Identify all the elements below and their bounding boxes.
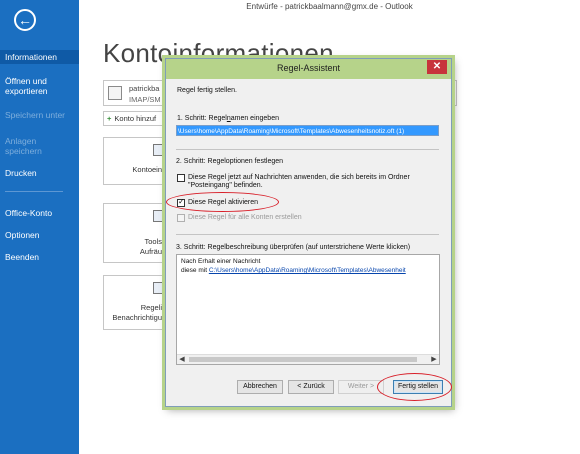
- scroll-right-icon[interactable]: ▶: [429, 355, 439, 364]
- window-title: Entwürfe - patrickbaalmann@gmx.de - Outl…: [246, 2, 413, 11]
- all-accounts-checkbox[interactable]: [177, 214, 185, 222]
- cancel-button[interactable]: Abbrechen: [237, 380, 283, 394]
- separator-2: [176, 234, 439, 235]
- account-settings-label: Kontoein: [132, 165, 162, 174]
- horizontal-scrollbar[interactable]: ◀ ▶: [177, 354, 439, 364]
- run-now-checkbox[interactable]: [177, 174, 185, 182]
- nav-anlagen-speichern[interactable]: Anlagen speichern: [0, 136, 55, 156]
- nav-informationen[interactable]: Informationen: [0, 50, 79, 64]
- scrollbar-thumb[interactable]: [189, 357, 417, 362]
- run-now-label-line1: Diese Regel jetzt auf Nachrichten anwend…: [188, 174, 410, 181]
- nav-drucken[interactable]: Drucken: [0, 168, 79, 178]
- account-icon: [108, 86, 122, 100]
- cleanup-tools-icon: [153, 210, 164, 222]
- nav-optionen[interactable]: Optionen: [0, 230, 79, 240]
- dialog-titlebar[interactable]: Regel-Assistent ✕: [166, 59, 451, 79]
- description-line-2-prefix: diese mit: [181, 267, 208, 274]
- cleanup-tools-label-2: Aufräu: [139, 247, 162, 256]
- nav-speichern-unter[interactable]: Speichern unter: [0, 110, 79, 120]
- add-account-button[interactable]: + Konto hinzuf: [103, 111, 165, 126]
- scroll-left-icon[interactable]: ◀: [177, 355, 187, 364]
- account-selector[interactable]: patrickba IMAP/SM: [103, 80, 165, 106]
- step1-label-prefix: 1. Schritt: Regel: [177, 115, 227, 122]
- cleanup-tools-label-1: Tools: [144, 237, 162, 246]
- close-icon[interactable]: ✕: [427, 60, 447, 74]
- back-button[interactable]: < Zurück: [288, 380, 334, 394]
- nav-office-konto[interactable]: Office-Konto: [0, 208, 79, 218]
- nav-oeffnen-exportieren[interactable]: Öffnen und exportieren: [0, 76, 60, 96]
- account-settings-icon: [153, 144, 164, 156]
- activate-rule-checkbox[interactable]: [177, 197, 185, 207]
- rules-alerts-label-1: Regeli: [140, 303, 162, 312]
- all-accounts-label: Diese Regel für alle Konten erstellen: [188, 214, 302, 221]
- nav-beenden[interactable]: Beenden: [0, 252, 79, 262]
- rules-alerts-tile[interactable]: Regeli Benachrichtigu: [103, 275, 165, 330]
- account-settings-tile[interactable]: Kontoein: [103, 137, 165, 185]
- next-button[interactable]: Weiter >: [338, 380, 384, 394]
- description-line-1: Nach Erhalt einer Nachricht: [181, 258, 261, 265]
- step2-label: 2. Schritt: Regeloptionen festlegen: [176, 158, 284, 165]
- account-name: patrickba: [129, 84, 160, 93]
- add-account-label: Konto hinzuf: [114, 114, 157, 123]
- back-arrow-icon[interactable]: ←: [14, 9, 36, 31]
- activate-rule-label: Diese Regel aktivieren: [188, 199, 259, 206]
- step1-label: 1. Schritt: Regelnamen eingeben: [177, 115, 279, 122]
- run-now-label-line2: "Posteingang" befinden.: [188, 182, 263, 189]
- account-type: IMAP/SM: [129, 95, 161, 104]
- sidebar-divider: [5, 191, 63, 192]
- step1-label-suffix: amen eingeben: [230, 115, 279, 122]
- rules-alerts-label-2: Benachrichtigu: [112, 313, 162, 322]
- rule-name-input[interactable]: \Users\home\AppData\Roaming\Microsoft\Te…: [176, 125, 439, 136]
- template-path-link[interactable]: C:\Users\home\AppData\Roaming\Microsoft\…: [209, 267, 406, 274]
- description-line-2: diese mit C:\Users\home\AppData\Roaming\…: [181, 267, 406, 274]
- rules-alerts-icon: [153, 282, 164, 294]
- cleanup-tools-tile[interactable]: Tools Aufräu: [103, 203, 165, 263]
- finish-heading: Regel fertig stellen.: [177, 87, 237, 94]
- step3-label: 3. Schritt: Regelbeschreibung überprüfen…: [176, 244, 411, 251]
- dialog-title: Regel-Assistent: [276, 63, 341, 73]
- separator-1: [176, 149, 439, 150]
- plus-icon: +: [107, 114, 112, 123]
- finish-button[interactable]: Fertig stellen: [393, 380, 443, 394]
- backstage-sidebar: ← Informationen Öffnen und exportieren S…: [0, 0, 79, 454]
- rule-description-box[interactable]: Nach Erhalt einer Nachricht diese mit C:…: [176, 254, 440, 365]
